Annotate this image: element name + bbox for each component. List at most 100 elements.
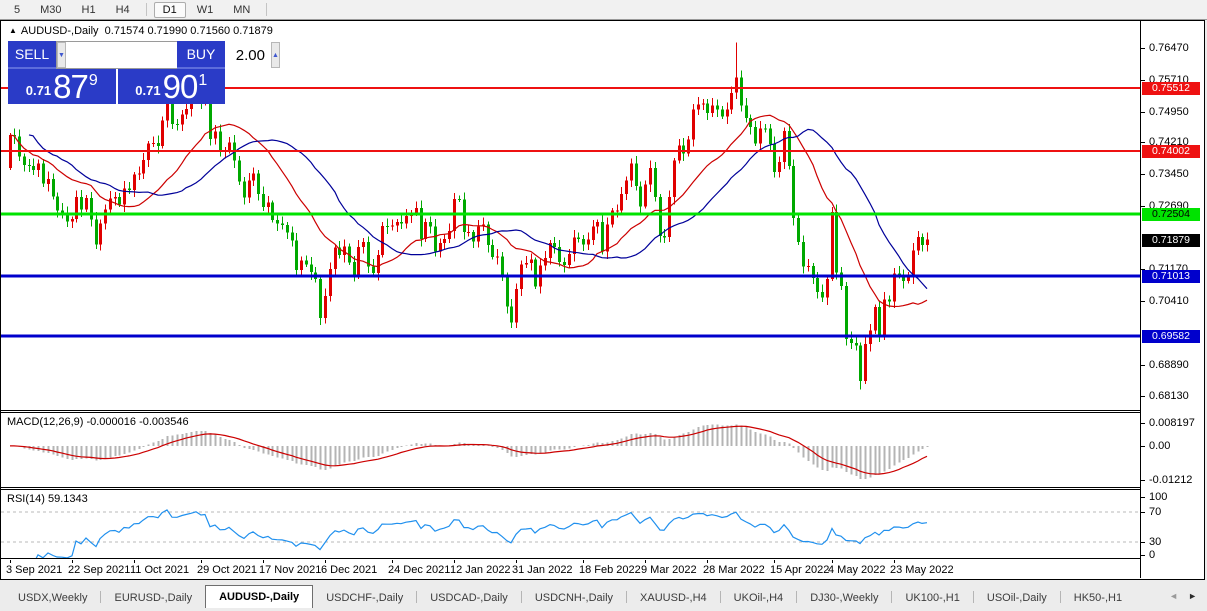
volume-increase-icon[interactable]: ▲ [270,42,280,68]
date-axis[interactable]: 3 Sep 2021 22 Sep 2021 11 Oct 2021 29 Oct 2… [1,560,1140,578]
level-price-badge: 0.69582 [1142,330,1200,343]
date-tick-label: 3 Sep 2021 [6,564,63,576]
tab-eurusddaily[interactable]: EURUSD-,Daily [101,589,205,608]
timeframe-button-h1[interactable]: H1 [73,2,105,18]
rsi-tick-label: 70 [1149,506,1162,518]
tab-uk100h1[interactable]: UK100-,H1 [892,589,972,608]
date-tick-mark [263,560,264,563]
tab-audusddaily[interactable]: AUDUSD-,Daily [205,585,314,608]
trading-terminal: 5 M30 H1 H4 D1 W1 MN ▲ AUDUSD-,Daily 0.71574 0.… [0,0,1207,611]
date-tick-label: 23 May 2022 [890,564,954,576]
price-tick-label: 0.73450 [1149,168,1189,180]
date-tick-mark [707,560,708,563]
date-tick-label: 9 Mar 2022 [641,564,697,576]
date-tick-label: 22 Sep 2021 [68,564,131,576]
timeframe-toolbar: 5 M30 H1 H4 D1 W1 MN [0,0,1207,20]
volume-input[interactable] [65,42,271,68]
date-tick-mark [454,560,455,563]
rsi-line [35,509,928,558]
price-axis[interactable]: 0.76470 0.75710 0.74950 0.74210 0.73450 0.726… [1141,21,1205,578]
date-tick-label: 18 Feb 2022 [579,564,641,576]
tab-xauusdh4[interactable]: XAUUSD-,H4 [627,589,720,608]
horizontal-level-lines[interactable] [1,87,1140,338]
macd-histogram [13,424,929,479]
level-price-badge: 0.72504 [1142,208,1200,221]
timeframe-button-w1[interactable]: W1 [188,2,223,18]
macd-tick-mark [1141,446,1145,447]
price-tick-mark [1141,396,1145,397]
price-tick-label: 0.74950 [1149,106,1189,118]
rsi-tick-mark [1141,512,1145,513]
date-tick-mark [201,560,202,563]
level-price-badge: 0.75512 [1142,82,1200,95]
tab-hk50h1[interactable]: HK50-,H1 [1061,589,1135,608]
timeframe-button-h4[interactable]: H4 [107,2,139,18]
price-tick-label: 0.68130 [1149,390,1189,402]
rsi-tick-label: 30 [1149,536,1162,548]
sell-price-big: 87 [53,68,89,105]
tab-ukoilh4[interactable]: UKOil-,H4 [721,589,797,608]
date-tick-mark [583,560,584,563]
sell-price-box[interactable]: 0.71 87 9 [8,69,116,104]
rsi-tick-mark [1141,542,1145,543]
tab-usoildaily[interactable]: USOil-,Daily [974,589,1060,608]
price-tick-mark [1141,206,1145,207]
date-tick-mark [325,560,326,563]
pane-separator[interactable] [1,410,1140,411]
price-tick-label: 0.70410 [1149,295,1189,307]
date-tick-label: 12 Jan 2022 [450,564,511,576]
date-tick-mark [516,560,517,563]
macd-tick-label: -0.01212 [1149,474,1193,486]
buy-button[interactable]: BUY [177,41,225,69]
timeframe-button-5[interactable]: 5 [5,2,29,18]
tab-usdcnhdaily[interactable]: USDCNH-,Daily [522,589,626,608]
date-tick-label: 11 Oct 2021 [130,564,190,576]
date-tick-label: 17 Nov 2021 [259,564,322,576]
buy-price-prefix: 0.71 [135,83,161,98]
price-tick-mark [1141,80,1145,81]
tab-dj30weekly[interactable]: DJ30-,Weekly [797,589,891,608]
level-price-badge: 0.71013 [1142,270,1200,283]
timeframe-button-d1[interactable]: D1 [153,1,186,18]
volume-decrease-icon[interactable]: ▼ [57,42,66,68]
tab-usdxweekly[interactable]: USDX,Weekly [5,589,100,608]
price-tick-mark [1141,365,1145,366]
price-tick-mark [1141,112,1145,113]
current-price-badge: 0.71879 [1142,234,1200,247]
macd-tick-mark [1141,423,1145,424]
sell-price-prefix: 0.71 [25,83,52,98]
timeframe-button-mn[interactable]: MN [224,2,259,18]
buy-price-pip: 1 [198,72,208,89]
date-tick-label: 4 May 2022 [828,564,886,576]
rsi-tick-label: 0 [1149,549,1156,561]
price-tick-mark [1141,301,1145,302]
pane-separator[interactable] [1,487,1140,488]
macd-tick-mark [1141,480,1145,481]
date-tick-label: 31 Jan 2022 [512,564,573,576]
tab-scroll-left-icon[interactable]: ◄ [1169,591,1178,601]
rsi-tick-mark [1141,497,1145,498]
tab-scroll-controls: ◄ ► [1169,591,1197,601]
chart-window: ▲ AUDUSD-,Daily 0.71574 0.71990 0.71560 0… [0,20,1205,580]
date-tick-mark [832,560,833,563]
chart-tab-bar: USDX,Weekly EURUSD-,Daily AUDUSD-,Daily USD… [0,585,1160,608]
volume-stepper: ▼ ▲ [56,41,280,69]
tab-scroll-right-icon[interactable]: ► [1188,591,1197,601]
date-tick-label: 28 Mar 2022 [703,564,765,576]
date-tick-label: 24 Dec 2021 [388,564,451,576]
buy-price-box[interactable]: 0.71 90 1 [117,69,225,104]
level-price-badge: 0.74002 [1142,145,1200,158]
timeframe-button-m30[interactable]: M30 [31,2,70,18]
sell-button[interactable]: SELL [8,41,56,69]
date-tick-mark [134,560,135,563]
tab-usdchfdaily[interactable]: USDCHF-,Daily [313,589,416,608]
price-tick-mark [1141,142,1145,143]
date-tick-mark [10,560,11,563]
date-tick-mark [645,560,646,563]
date-tick-mark [774,560,775,563]
price-tick-label: 0.68890 [1149,359,1189,371]
tab-usdcaddaily[interactable]: USDCAD-,Daily [417,589,521,608]
rsi-tick-label: 100 [1149,491,1168,503]
rsi-pane[interactable] [1,490,1140,558]
macd-tick-label: 0.00 [1149,440,1171,452]
